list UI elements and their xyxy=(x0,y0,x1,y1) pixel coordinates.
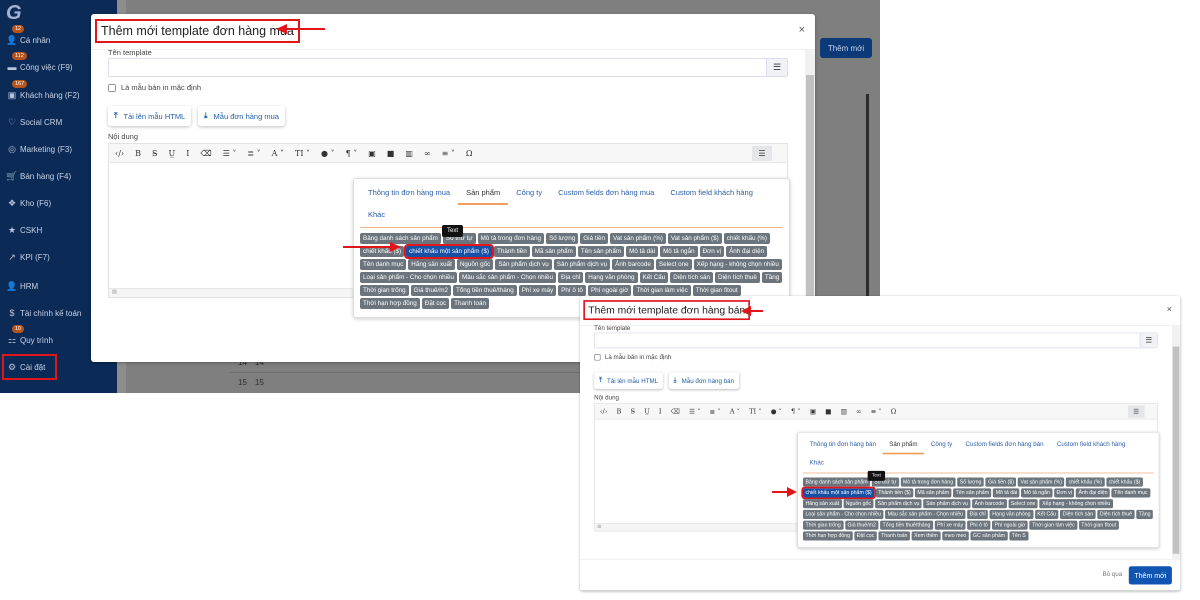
annotation-arrows xyxy=(276,24,797,497)
